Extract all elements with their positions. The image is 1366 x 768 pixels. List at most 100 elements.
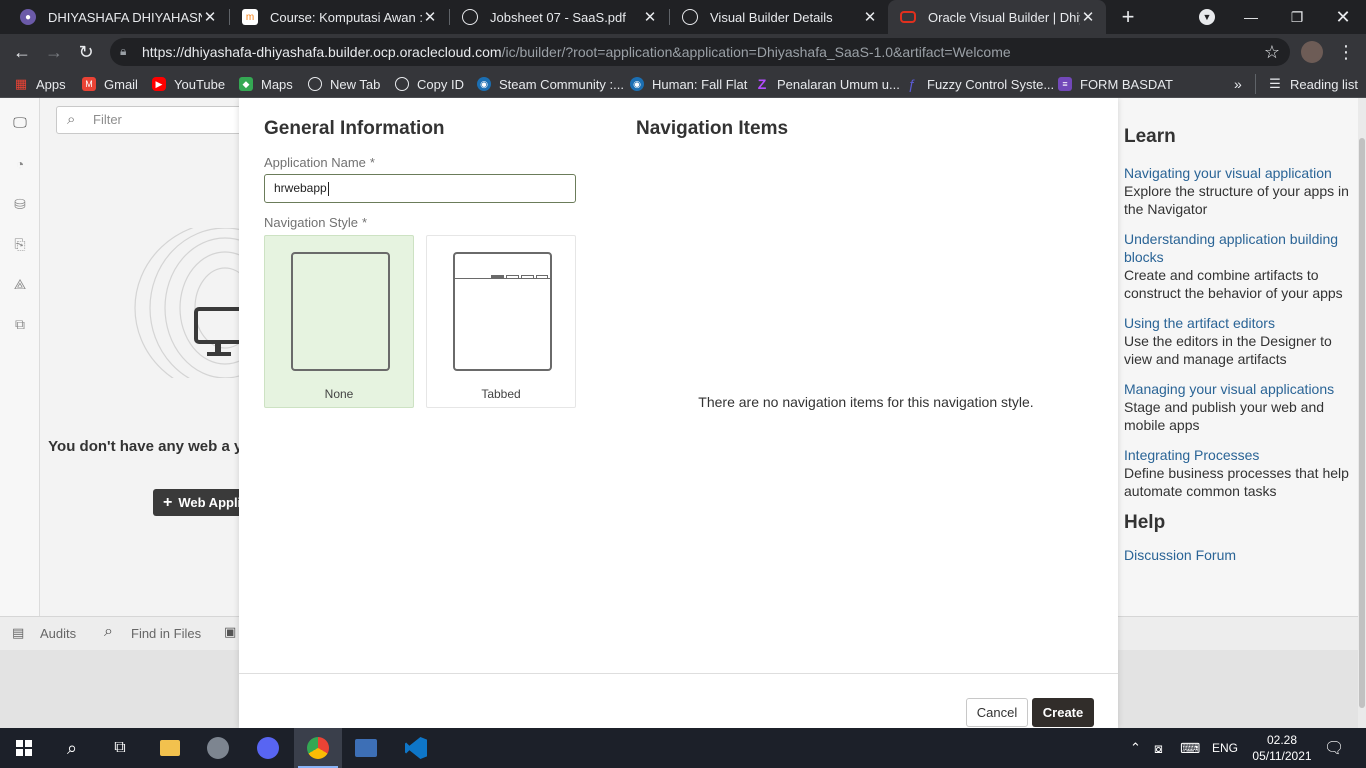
- chevron-double-right-icon: »: [1234, 76, 1242, 92]
- tab-course[interactable]: m Course: Komputasi Awan : Di ✕: [230, 0, 448, 34]
- tab-search-button[interactable]: ▼: [1184, 0, 1230, 34]
- components-icon[interactable]: ⟁: [10, 276, 30, 296]
- globe-icon: [395, 77, 409, 91]
- steam-icon: ◉: [477, 77, 491, 91]
- vscode-button[interactable]: [392, 728, 440, 768]
- clock-time: 02.28: [1266, 733, 1298, 747]
- close-icon[interactable]: ✕: [422, 8, 438, 26]
- task-view-icon: ⧉: [114, 739, 126, 756]
- layout-none-icon: [291, 252, 390, 371]
- audits-icon: ▤: [12, 625, 25, 640]
- bookmark-label: Penalaran Umum u...: [777, 76, 900, 92]
- tab-oracle-visual-builder[interactable]: Oracle Visual Builder | Dhiyas ✕: [888, 0, 1106, 34]
- restore-button[interactable]: ❐: [1274, 0, 1320, 34]
- reading-list-button[interactable]: ☰ Reading list: [1268, 74, 1358, 94]
- service-connections-icon[interactable]: ⛁: [10, 196, 30, 216]
- nav-style-tabbed-option[interactable]: Tabbed: [426, 235, 576, 408]
- close-icon[interactable]: ✕: [862, 8, 878, 26]
- bookmark-label: Apps: [36, 76, 66, 92]
- mobile-apps-icon[interactable]: ◔: [10, 156, 30, 176]
- create-button[interactable]: Create: [1032, 698, 1094, 727]
- dialog-footer-divider: [239, 673, 1118, 674]
- bookmark-form-basdat[interactable]: ≡ FORM BASDAT: [1058, 74, 1173, 94]
- learn-link[interactable]: Navigating your visual application: [1124, 164, 1352, 182]
- web-apps-icon[interactable]: 🖵︎: [10, 114, 30, 134]
- reload-button[interactable]: ↻: [72, 38, 100, 66]
- cancel-button[interactable]: Cancel: [966, 698, 1028, 727]
- app-name-label: Application Name *: [264, 155, 375, 170]
- bookmark-copy-id[interactable]: Copy ID: [395, 74, 464, 94]
- url-path: /ic/builder/?root=application&applicatio…: [501, 44, 1011, 60]
- bookmark-youtube[interactable]: ▶ YouTube: [152, 74, 225, 94]
- audits-tab[interactable]: Audits: [40, 626, 76, 641]
- learn-heading: Learn: [1124, 126, 1176, 147]
- browser-menu-button[interactable]: ⋮: [1332, 38, 1360, 66]
- help-link[interactable]: Discussion Forum: [1124, 546, 1352, 564]
- clock[interactable]: 02.28 05/11/2021: [1250, 728, 1314, 768]
- application-name-input[interactable]: hrwebapp: [264, 174, 576, 203]
- bookmark-new-tab[interactable]: New Tab: [308, 74, 380, 94]
- bookmark-maps[interactable]: ◆ Maps: [239, 74, 293, 94]
- search-button[interactable]: ⌕: [48, 728, 96, 768]
- more-vertical-icon: ⋮: [1337, 41, 1355, 62]
- back-button[interactable]: ←: [8, 38, 36, 66]
- console-icon[interactable]: ▣: [224, 624, 236, 640]
- steam-app-button[interactable]: [194, 728, 242, 768]
- bookmark-fuzzy-control[interactable]: ƒ Fuzzy Control Syste...: [905, 74, 1054, 94]
- learn-description: Create and combine artifacts to construc…: [1124, 267, 1343, 301]
- keyboard-button[interactable]: ⌨: [1180, 728, 1200, 768]
- action-center-button[interactable]: 🗨︎: [1324, 728, 1344, 768]
- bookmark-star-button[interactable]: ☆: [1258, 38, 1286, 66]
- tab-visual-builder-details[interactable]: Visual Builder Details ✕: [670, 0, 888, 34]
- tab-jobsheet[interactable]: Jobsheet 07 - SaaS.pdf ✕: [450, 0, 668, 34]
- bookmark-label: Maps: [261, 76, 293, 92]
- oracle-icon: [900, 11, 916, 23]
- language-indicator[interactable]: ENG: [1212, 728, 1238, 768]
- more-bookmarks-button[interactable]: »: [1234, 74, 1242, 94]
- source-code-icon[interactable]: ⧉: [10, 316, 30, 336]
- tab-marker: [491, 275, 504, 279]
- bookmark-human-fall-flat[interactable]: ◉ Human: Fall Flat: [630, 74, 747, 94]
- navigator-rail: 🖵︎ ◔ ⛁ ⎘ ⟁ ⧉: [0, 98, 40, 616]
- forward-button[interactable]: →: [40, 38, 68, 66]
- bookmark-steam-community[interactable]: ◉ Steam Community :...: [477, 74, 624, 94]
- bookmark-label: Steam Community :...: [499, 76, 624, 92]
- learn-link[interactable]: Understanding application building block…: [1124, 230, 1352, 266]
- address-bar[interactable]: 🔒︎ https://dhiyashafa-dhiyashafa.builder…: [110, 38, 1290, 66]
- globe-icon: [308, 77, 322, 91]
- learn-link[interactable]: Integrating Processes: [1124, 446, 1352, 464]
- filter-placeholder: Filter: [93, 112, 122, 127]
- start-button[interactable]: [0, 728, 48, 768]
- tab-title: Oracle Visual Builder | Dhiyas: [928, 9, 1080, 25]
- network-app-button[interactable]: [342, 728, 390, 768]
- close-icon[interactable]: ✕: [1080, 8, 1096, 26]
- task-view-button[interactable]: ⧉: [96, 728, 144, 768]
- business-objects-icon[interactable]: ⎘: [10, 236, 30, 256]
- bookmark-label: FORM BASDAT: [1080, 76, 1173, 92]
- filter-input[interactable]: ⌕ Filter: [56, 106, 256, 134]
- learn-link[interactable]: Managing your visual applications: [1124, 380, 1352, 398]
- bookmark-label: YouTube: [174, 76, 226, 92]
- close-icon[interactable]: ✕: [202, 8, 218, 26]
- scrollbar-thumb[interactable]: [1359, 138, 1365, 708]
- bookmark-label: Gmail: [104, 76, 138, 92]
- bookmark-gmail[interactable]: M Gmail: [82, 74, 138, 94]
- nav-style-none-option[interactable]: None: [264, 235, 414, 408]
- new-tab-button[interactable]: +: [1106, 0, 1150, 34]
- chrome-button[interactable]: [294, 728, 342, 768]
- reading-list-label: Reading list: [1290, 76, 1358, 92]
- browser-tab-strip: ● DHIYASHAFA DHIYAHASNA H ✕ m Course: Ko…: [0, 0, 1366, 34]
- tab-dhiyashafa[interactable]: ● DHIYASHAFA DHIYAHASNA H ✕: [8, 0, 228, 34]
- network-status[interactable]: ⧇: [1154, 728, 1163, 768]
- discord-button[interactable]: [244, 728, 292, 768]
- minimize-button[interactable]: —: [1228, 0, 1274, 34]
- learn-link[interactable]: Using the artifact editors: [1124, 314, 1352, 332]
- bookmark-penalaran-umum[interactable]: Z Penalaran Umum u...: [755, 74, 900, 94]
- profile-button[interactable]: [1298, 38, 1326, 66]
- close-icon[interactable]: ✕: [642, 8, 658, 26]
- close-window-button[interactable]: ✕: [1320, 0, 1366, 34]
- find-in-files-tab[interactable]: Find in Files: [131, 626, 201, 641]
- show-hidden-icons-button[interactable]: ⌃: [1130, 728, 1141, 768]
- bookmark-apps[interactable]: ▦ Apps: [14, 74, 66, 94]
- file-explorer-button[interactable]: [146, 728, 194, 768]
